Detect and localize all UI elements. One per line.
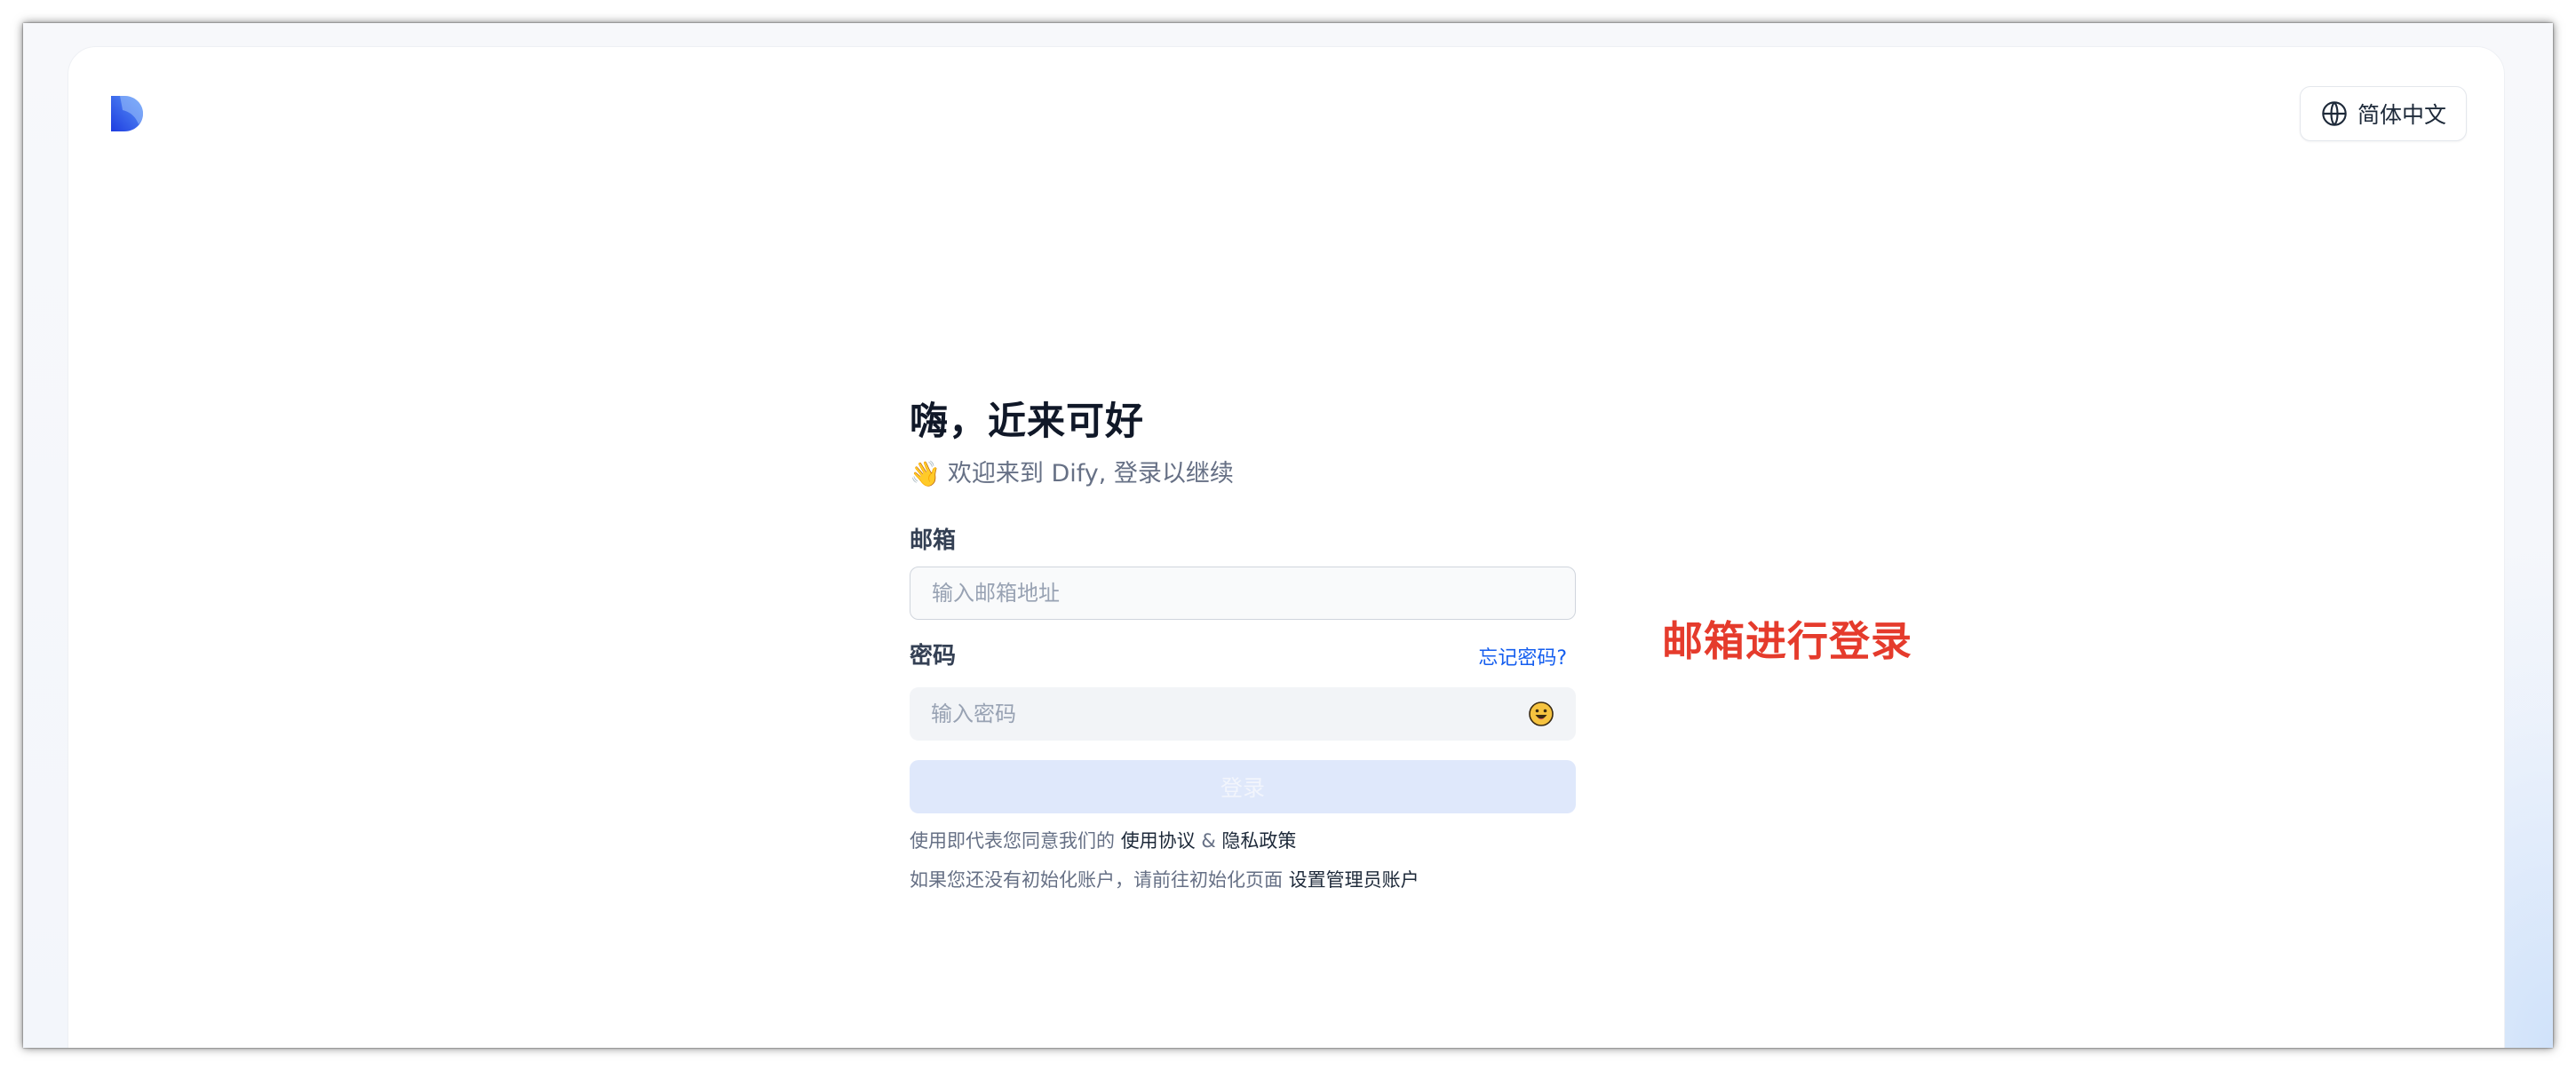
dify-logo-icon[interactable] [111,96,143,131]
welcome-subtitle-text: 欢迎来到 Dify, 登录以继续 [947,460,1234,487]
password-label: 密码 [910,643,957,670]
password-input[interactable] [929,687,1526,741]
setup-notice: 如果您还没有初始化账户，请前往初始化页面 设置管理员账户 [910,867,1576,893]
email-field-wrapper [910,567,1576,620]
privacy-policy-link[interactable]: 隐私政策 [1221,830,1296,852]
setup-admin-link[interactable]: 设置管理员账户 [1289,869,1419,891]
forgot-password-link[interactable]: 忘记密码? [1478,642,1567,670]
password-label-row: 密码 忘记密码? [910,641,1576,671]
password-field-wrapper [910,687,1576,741]
globe-icon [2322,101,2347,126]
setup-prefix: 如果您还没有初始化账户，请前往初始化页面 [910,869,1289,891]
login-button[interactable]: 登录 [910,760,1576,813]
password-visibility-toggle[interactable] [1526,699,1556,729]
language-selector[interactable]: 简体中文 [2299,86,2467,141]
eye-toggle-emoji-icon [1529,701,1554,726]
login-form: 嗨，近来可好 👋 欢迎来到 Dify, 登录以继续 邮箱 密码 忘记密码? [910,396,1576,893]
email-label: 邮箱 [910,527,957,554]
welcome-subtitle: 👋 欢迎来到 Dify, 登录以继续 [910,458,1576,490]
terms-prefix: 使用即代表您同意我们的 [910,830,1121,852]
waving-hand-icon: 👋 [910,459,941,488]
page-title: 嗨，近来可好 [910,400,1144,444]
terms-ampersand: & [1195,830,1222,852]
email-input[interactable] [930,567,1555,619]
language-label: 简体中文 [2357,102,2446,128]
terms-of-use-link[interactable]: 使用协议 [1121,830,1196,852]
browser-viewport: 简体中文 嗨，近来可好 👋 欢迎来到 Dify, 登录以继续 邮箱 密码 忘记密… [23,23,2553,1048]
annotation-label: 邮箱进行登录 [1662,617,1912,665]
terms-notice: 使用即代表您同意我们的 使用协议 & 隐私政策 [910,828,1576,854]
